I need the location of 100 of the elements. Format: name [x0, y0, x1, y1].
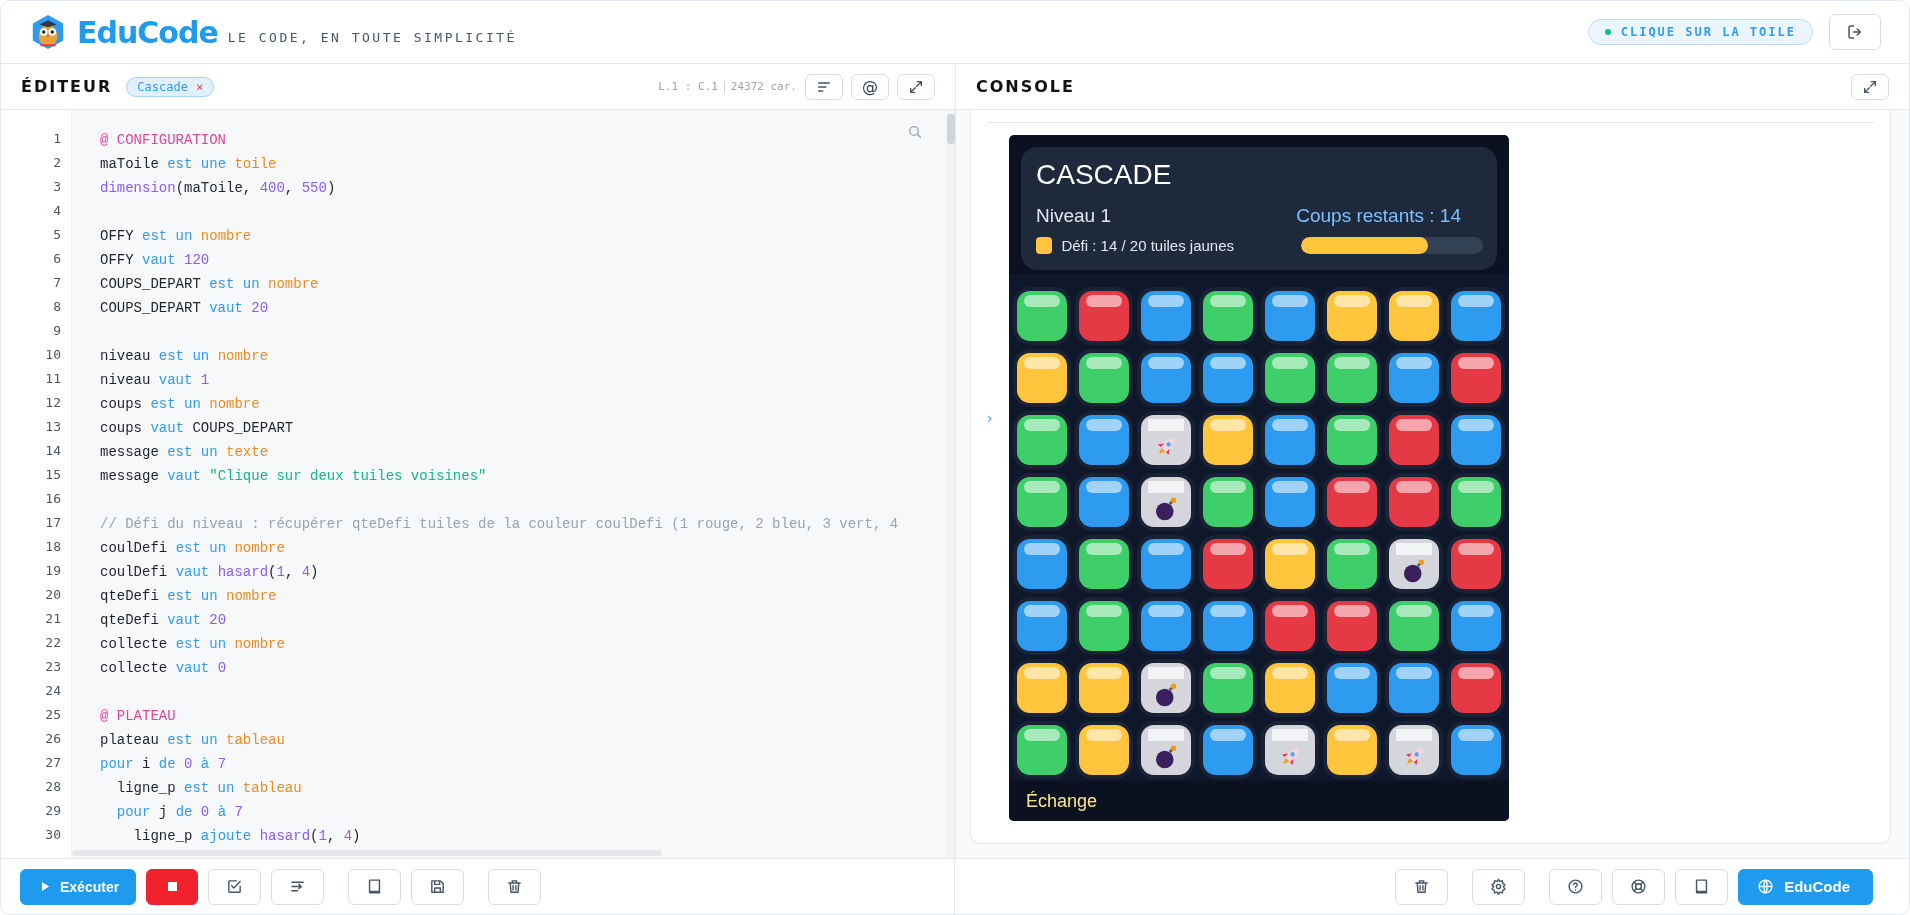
code-line: qteDefi vaut 20 [100, 612, 227, 628]
line-number: 15 [44, 466, 62, 484]
code-line: maToile est une toile [100, 156, 277, 172]
website-button[interactable]: EduCode [1738, 868, 1873, 905]
code-line: @ PLATEAU [100, 708, 176, 724]
code-line: dimension(maToile, 400, 550) [100, 180, 336, 196]
line-number: 2 [52, 154, 62, 172]
panel-title: ÉDITEUR [21, 77, 113, 96]
line-number: 26 [44, 730, 62, 748]
game-canvas[interactable]: CASCADE Niveau 1 Coups restants : 14 Défi : 14 / 20 tuiles jaunes Échange [1009, 135, 1509, 821]
line-number: 7 [52, 274, 62, 292]
delete-button[interactable] [488, 868, 542, 905]
docs-button[interactable] [1675, 868, 1729, 905]
code-line: niveau est un nombre [100, 348, 269, 364]
line-number: 20 [44, 586, 62, 604]
line-number: 14 [44, 442, 62, 460]
logout-button[interactable] [1829, 14, 1881, 50]
run-button[interactable]: Exécuter [20, 868, 137, 905]
docs-button[interactable] [348, 868, 402, 905]
code-line: pour i de 0 à 7 [100, 756, 227, 772]
expand-button[interactable] [897, 73, 935, 100]
code-line: coups est un nombre [100, 396, 260, 412]
code-line: COUPS_DEPART vaut 20 [100, 300, 269, 316]
code-line: coups vaut COUPS_DEPART [100, 420, 294, 436]
code-line: collecte est un nombre [100, 636, 285, 652]
line-number: 25 [44, 706, 62, 724]
line-number: 13 [44, 418, 62, 436]
code-line: ligne_p ajoute hasard(1, 4) [132, 828, 361, 844]
line-number: 18 [44, 538, 62, 556]
file-tab[interactable]: Cascade × [126, 76, 215, 97]
stop-button[interactable] [146, 868, 199, 905]
line-number: 6 [52, 250, 62, 268]
expand-button[interactable] [1851, 73, 1889, 100]
line-number: 30 [44, 826, 62, 844]
code-line: coulDefi est un nombre [100, 540, 285, 556]
line-number: 5 [52, 226, 62, 244]
scrollbar-thumb[interactable] [947, 114, 955, 144]
code-line: // Défi du niveau : récupérer qteDefi tuiles de la couleur coulDefi (1 rouge, 2 bleu, 3 vert, 4 [100, 516, 899, 532]
line-number: 21 [44, 610, 62, 628]
code-line: coulDefi vaut hasard(1, 4) [100, 564, 319, 580]
line-number: 3 [52, 178, 62, 196]
code-line: collecte vaut 0 [100, 660, 227, 676]
line-number: 23 [44, 658, 62, 676]
level-label: Niveau 1 [1036, 205, 1111, 227]
settings-button[interactable] [1472, 868, 1526, 905]
code-line: @ CONFIGURATION [100, 132, 227, 148]
trash-icon [506, 878, 524, 895]
tagline: LE CODE, EN TOUTE SIMPLICITÉ [227, 29, 517, 45]
code-line: niveau vaut 1 [100, 372, 210, 388]
code-line: qteDefi est un nombre [100, 588, 277, 604]
challenge-label: Défi : 14 / 20 tuiles jaunes [1061, 237, 1236, 254]
line-number: 19 [44, 562, 62, 580]
line-number: 1 [52, 130, 62, 148]
save-icon [429, 878, 447, 895]
code-line: COUPS_DEPART est un nombre [100, 276, 319, 292]
moves-label: Coups restants : 14 [1296, 205, 1461, 227]
line-number: 24 [44, 682, 62, 700]
code-line: plateau est un tableau [100, 732, 285, 748]
clear-console-button[interactable] [1395, 868, 1449, 905]
brand-name: EduCode [77, 14, 218, 50]
line-number: 28 [44, 778, 62, 796]
expand-icon [1862, 78, 1878, 95]
code-line: OFFY est un nombre [100, 228, 252, 244]
line-number: 9 [52, 322, 62, 340]
format-button[interactable] [805, 73, 843, 100]
line-number: 11 [44, 370, 62, 388]
cursor-position: L.1 : C.1 [658, 80, 718, 93]
line-number: 8 [52, 298, 62, 316]
at-button[interactable]: @ [851, 73, 889, 100]
checkbox-icon [226, 878, 244, 895]
character-count: 24372 car. [730, 80, 797, 93]
panel-title: CONSOLE [976, 77, 1075, 96]
line-number: 10 [44, 346, 62, 364]
line-number: 22 [44, 634, 62, 652]
trash-icon [1413, 878, 1431, 895]
action-label: Échange [1026, 790, 1098, 812]
code-line: pour j de 0 à 7 [115, 804, 243, 820]
expand-icon [908, 78, 924, 95]
save-button[interactable] [411, 868, 465, 905]
status-pill: CLIQUE SUR LA TOILE [1587, 19, 1813, 45]
code-line: message est un texte [100, 444, 269, 460]
settings-icon [1490, 878, 1508, 895]
lifebuoy-icon [1630, 878, 1648, 895]
line-number: 12 [44, 394, 62, 412]
code-line: ligne_p est un tableau [115, 780, 302, 796]
prompt-chevron: › [987, 410, 994, 426]
game-title: CASCADE [1036, 159, 1173, 191]
help-icon [1567, 878, 1585, 895]
check-button[interactable] [208, 868, 262, 905]
code-line: OFFY vaut 120 [100, 252, 210, 268]
logout-icon [1846, 23, 1864, 41]
code-line: message vaut "Clique sur deux tuiles voisines" [100, 468, 487, 484]
vertical-scrollbar[interactable] [947, 110, 955, 858]
globe-icon [1757, 878, 1775, 895]
stop-icon [167, 882, 177, 891]
horizontal-scrollbar[interactable] [72, 850, 662, 856]
support-button[interactable] [1612, 868, 1666, 905]
line-number: 27 [44, 754, 62, 772]
line-number: 4 [52, 202, 62, 220]
help-button[interactable] [1549, 868, 1603, 905]
